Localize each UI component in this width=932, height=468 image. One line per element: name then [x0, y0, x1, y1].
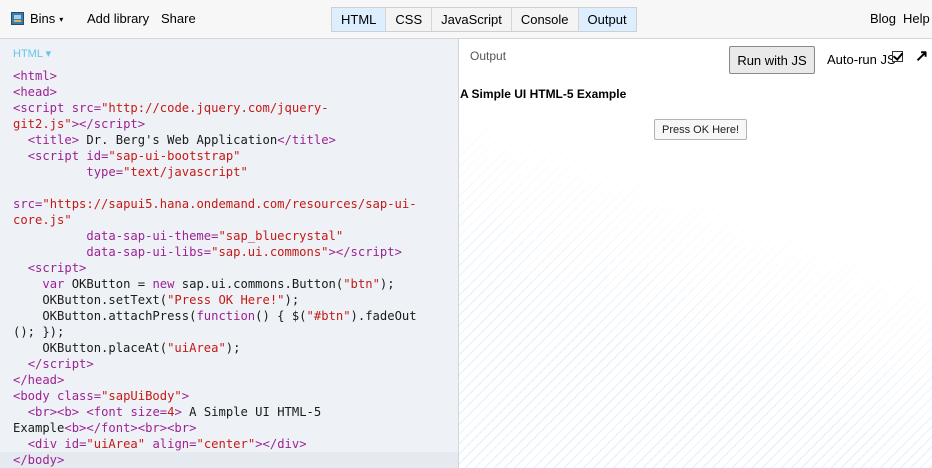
code-line: type="text/javascript"	[86, 165, 248, 179]
add-library-button[interactable]: Add library	[87, 11, 149, 26]
tab-html[interactable]: HTML	[332, 8, 387, 31]
output-background-fade	[459, 39, 932, 468]
code-line: <html>	[13, 69, 58, 83]
editor-language-menu[interactable]: HTML ▾	[13, 47, 51, 60]
code-line: <script id="sap-ui-bootstrap"	[27, 149, 241, 163]
code-line: <div id="uiArea" align="center"></div>	[27, 437, 307, 451]
code-line: OKButton.attachPress(function() { $("#bt…	[13, 309, 417, 323]
panel-toggle-group: HTML CSS JavaScript Console Output	[331, 7, 637, 32]
code-line: core.js"	[13, 213, 72, 227]
output-panel: Output Run with JS Auto-run JS ↗ A Simpl…	[459, 39, 932, 468]
tab-javascript[interactable]: JavaScript	[432, 8, 512, 31]
code-line: <script src="http://code.jquery.com/jque…	[13, 101, 329, 115]
rendered-page-heading: A Simple UI HTML-5 Example	[460, 87, 627, 101]
auto-run-js-label: Auto-run JS	[827, 52, 896, 67]
popout-arrow-icon[interactable]: ↗	[915, 46, 928, 66]
code-line: <title> Dr. Berg's Web Application</titl…	[27, 133, 336, 147]
code-line: (); });	[13, 325, 65, 339]
code-line: </body>	[13, 453, 65, 467]
press-ok-button[interactable]: Press OK Here!	[654, 119, 747, 140]
top-toolbar: Bins ▾ Add library Share HTML CSS JavaScr…	[0, 0, 932, 39]
code-editor[interactable]: <html> <head> <script src="http://code.jqu…	[13, 68, 453, 468]
tab-console[interactable]: Console	[511, 8, 579, 31]
code-line: <script>	[27, 261, 87, 275]
bins-menu[interactable]: Bins ▾	[30, 11, 63, 26]
code-line: src="https://sapui5.hana.ondemand.com/re…	[13, 197, 417, 211]
code-line: git2.js"></script>	[13, 117, 146, 131]
share-button[interactable]: Share	[161, 11, 196, 26]
tab-output[interactable]: Output	[578, 8, 636, 31]
html-editor-panel[interactable]: HTML ▾ <html> <head> <script src="http://c…	[0, 39, 459, 468]
help-link[interactable]: Help	[903, 11, 930, 26]
output-panel-label: Output	[470, 49, 507, 63]
code-line: </script>	[27, 357, 94, 371]
code-line: data-sap-ui-theme="sap_bluecrystal"	[86, 229, 344, 243]
auto-run-js-checkbox[interactable]	[892, 51, 903, 62]
code-line: </head>	[13, 373, 65, 387]
code-line: data-sap-ui-libs="sap.ui.commons"></scri…	[86, 245, 402, 259]
code-line: Example<b></font><br><br>	[13, 421, 197, 435]
run-with-js-button[interactable]: Run with JS	[729, 46, 815, 74]
chevron-down-icon: ▾	[59, 15, 64, 24]
bins-menu-label: Bins	[30, 11, 56, 26]
tab-css[interactable]: CSS	[386, 8, 433, 31]
code-line: var OKButton = new sap.ui.commons.Button…	[42, 277, 395, 291]
code-line: OKButton.placeAt("uiArea");	[13, 341, 241, 355]
code-line: <head>	[13, 85, 58, 99]
code-line: <br><b> <font size=4> A Simple UI HTML-5	[27, 405, 322, 419]
code-line: OKButton.setText("Press OK Here!");	[13, 293, 300, 307]
code-line: <body class="sapUiBody">	[13, 389, 190, 403]
blog-link[interactable]: Blog	[870, 11, 896, 26]
bins-logo-icon	[11, 12, 24, 25]
